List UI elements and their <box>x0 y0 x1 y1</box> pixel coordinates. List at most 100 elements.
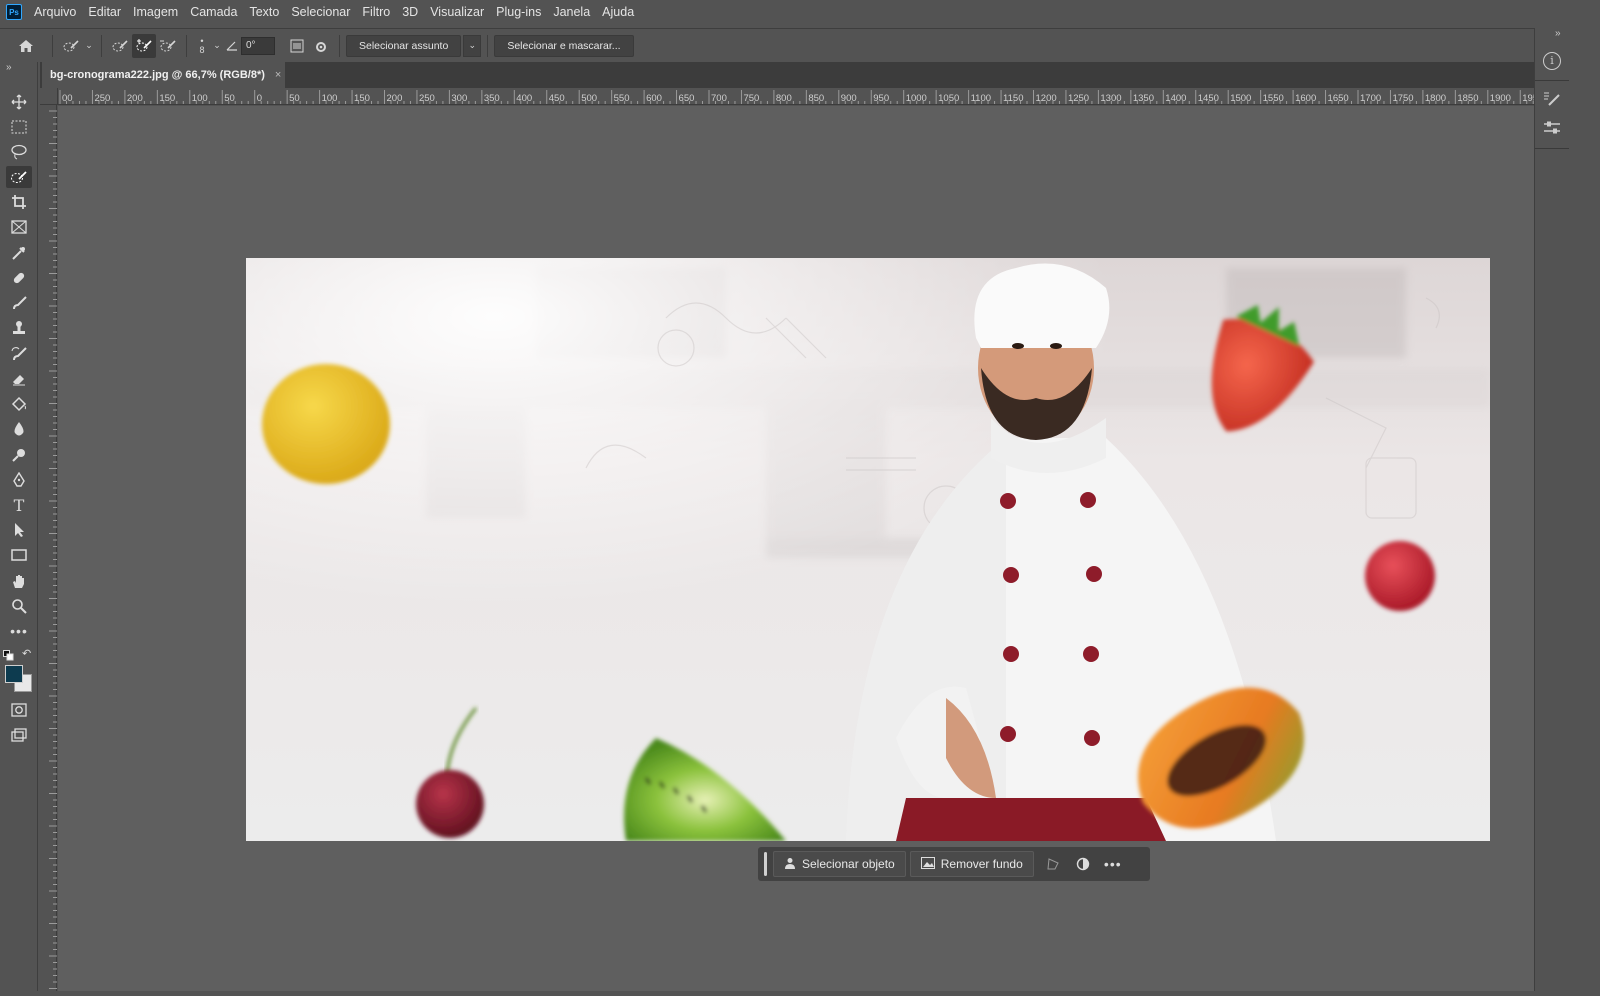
quick-selection-tool-icon[interactable] <box>6 166 32 188</box>
foreground-color-swatch[interactable] <box>5 665 23 683</box>
ruler-label: 950 <box>873 93 889 104</box>
separator <box>1535 80 1569 81</box>
frame-tool-icon[interactable] <box>6 216 32 238</box>
ruler-label: 800 <box>776 93 792 104</box>
path-selection-tool-icon[interactable] <box>6 519 32 541</box>
ruler-label: 250 <box>94 93 110 104</box>
adjustments-icon[interactable] <box>1543 120 1561 141</box>
zoom-tool-icon[interactable] <box>6 595 32 617</box>
subtract-selection-brush-icon[interactable] <box>156 34 180 58</box>
close-tab-icon[interactable]: × <box>275 69 281 81</box>
swap-colors-icon[interactable]: ↶ <box>22 647 31 660</box>
home-icon[interactable] <box>14 34 38 58</box>
ruler-origin[interactable] <box>40 88 58 105</box>
separator <box>487 34 489 57</box>
menu-filtro[interactable]: Filtro <box>356 5 396 19</box>
angle-field[interactable]: 0° <box>241 36 275 55</box>
ruler-label: 600 <box>646 93 662 104</box>
chevron-down-icon[interactable]: ⌄ <box>211 34 223 58</box>
paint-bucket-tool-icon[interactable] <box>6 393 32 415</box>
select-object-button[interactable]: Selecionar objeto <box>773 851 906 877</box>
drag-handle[interactable] <box>764 852 767 876</box>
menu-camada[interactable]: Camada <box>184 5 243 19</box>
horizontal-ruler-ticks: 00 250 200 150 100 50 0 50 100 150 200 250 300 350 400… <box>59 90 1534 104</box>
person-icon <box>784 857 796 872</box>
collapse-toolbar-icon[interactable]: » <box>6 62 12 73</box>
photoshop-logo[interactable]: Ps <box>6 4 22 20</box>
ruler-label: 150 <box>159 93 175 104</box>
ruler-label: 1950 <box>1522 93 1534 104</box>
hand-tool-icon[interactable] <box>6 570 32 592</box>
ruler-label: 200 <box>127 93 143 104</box>
pen-tool-icon[interactable] <box>6 469 32 491</box>
brush-size-value: 8 <box>199 44 205 55</box>
vertical-ruler[interactable] <box>40 105 57 991</box>
add-selection-brush-icon[interactable] <box>132 33 156 58</box>
screen-mode-icon[interactable] <box>6 724 32 746</box>
healing-brush-tool-icon[interactable] <box>6 267 32 289</box>
separator <box>101 34 102 57</box>
history-brush-tool-icon[interactable] <box>6 343 32 365</box>
brush-size-picker[interactable]: • 8 <box>193 36 211 55</box>
ruler-label: 100 <box>192 93 208 104</box>
lasso-tool-icon[interactable] <box>6 141 32 163</box>
eraser-tool-icon[interactable] <box>6 368 32 390</box>
adjustment-circle-icon[interactable] <box>1068 851 1098 877</box>
menu-3d[interactable]: 3D <box>396 5 424 19</box>
ruler-label: 850 <box>808 93 824 104</box>
more-tools-icon[interactable]: ••• <box>6 620 32 642</box>
menu-selecionar[interactable]: Selecionar <box>285 5 356 19</box>
more-options-icon[interactable]: ••• <box>1098 851 1128 877</box>
document-image[interactable] <box>246 258 1490 841</box>
type-tool-icon[interactable]: T <box>6 494 32 516</box>
menu-texto[interactable]: Texto <box>243 5 285 19</box>
menu-editar[interactable]: Editar <box>82 5 127 19</box>
tool-preset-brush-icon[interactable] <box>59 34 83 58</box>
ruler-label: 900 <box>841 93 857 104</box>
ruler-label: 50 <box>289 93 300 104</box>
menu-arquivo[interactable]: Arquivo <box>28 5 82 19</box>
document-tab-title: bg-cronograma222.jpg @ 66,7% (RGB/8*) <box>50 69 265 81</box>
ruler-label: 700 <box>711 93 727 104</box>
chevron-down-icon[interactable]: ⌄ <box>83 34 95 58</box>
document-tab[interactable]: bg-cronograma222.jpg @ 66,7% (RGB/8*) × <box>42 62 285 88</box>
document-tab-bar: bg-cronograma222.jpg @ 66,7% (RGB/8*) × <box>40 62 1534 88</box>
ruler-label: 500 <box>581 93 597 104</box>
right-panel-strip: » i <box>1534 28 1569 991</box>
quick-mask-icon[interactable] <box>6 699 32 721</box>
ruler-label: 550 <box>614 93 630 104</box>
select-subject-dropdown[interactable]: ⌄ <box>463 34 482 57</box>
horizontal-ruler[interactable]: 00 250 200 150 100 50 0 50 100 150 200 250 300 350 400… <box>58 88 1534 105</box>
ruler-label: 00 <box>62 93 73 104</box>
menu-plugins[interactable]: Plug-ins <box>490 5 547 19</box>
select-and-mask-button[interactable]: Selecionar e mascarar... <box>494 34 634 57</box>
clone-stamp-tool-icon[interactable] <box>6 317 32 339</box>
expand-panels-icon[interactable]: » <box>1555 28 1561 39</box>
move-tool-icon[interactable] <box>6 91 32 113</box>
dodge-tool-icon[interactable] <box>6 444 32 466</box>
new-selection-brush-icon[interactable] <box>108 34 132 58</box>
select-subject-button[interactable]: Selecionar assunto <box>346 34 462 57</box>
menu-bar: Ps Arquivo Editar Imagem Camada Texto Se… <box>0 0 1600 24</box>
transform-icon[interactable] <box>1038 851 1068 877</box>
separator <box>52 34 53 57</box>
eyedropper-tool-icon[interactable] <box>6 242 32 264</box>
select-object-label: Selecionar objeto <box>802 857 895 871</box>
info-icon[interactable]: i <box>1543 52 1561 70</box>
remove-background-button[interactable]: Remover fundo <box>909 851 1034 877</box>
ruler-label: 100 <box>322 93 338 104</box>
vertical-ruler-ticks <box>49 110 57 989</box>
marquee-tool-icon[interactable] <box>6 116 32 138</box>
menu-ajuda[interactable]: Ajuda <box>596 5 640 19</box>
rectangle-tool-icon[interactable] <box>6 544 32 566</box>
sample-all-layers-icon[interactable] <box>285 34 309 58</box>
crop-tool-icon[interactable] <box>6 191 32 213</box>
enhance-edge-gear-icon[interactable] <box>309 34 333 58</box>
menu-janela[interactable]: Janela <box>547 5 596 19</box>
blur-tool-icon[interactable] <box>6 418 32 440</box>
menu-visualizar[interactable]: Visualizar <box>424 5 490 19</box>
default-colors-icon[interactable] <box>3 648 14 666</box>
menu-imagem[interactable]: Imagem <box>127 5 184 19</box>
brush-tool-icon[interactable] <box>6 292 32 314</box>
brush-settings-icon[interactable] <box>1543 91 1561 112</box>
